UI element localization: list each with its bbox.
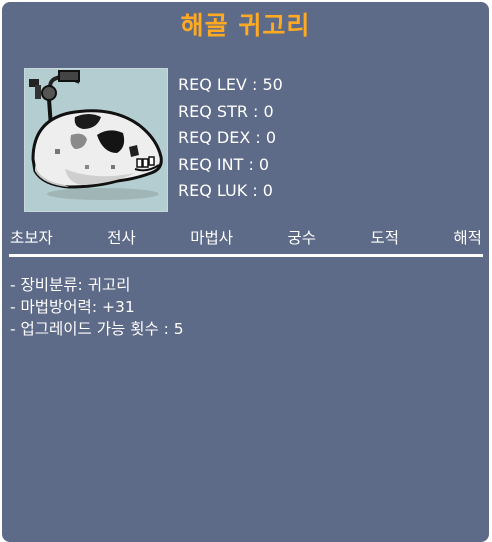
item-description: - 장비분류: 귀고리 - 마법방어력: +31 - 업그레이드 가능 횟수 :… bbox=[10, 274, 184, 340]
requirements-list: REQ LEV : 50 REQ STR : 0 REQ DEX : 0 REQ… bbox=[178, 72, 283, 205]
upgrade-slots: - 업그레이드 가능 횟수 : 5 bbox=[10, 320, 184, 338]
job-magician: 마법사 bbox=[190, 229, 233, 247]
job-bowman: 궁수 bbox=[287, 229, 316, 247]
item-name: 해골 귀고리 bbox=[180, 11, 311, 40]
divider bbox=[9, 254, 483, 257]
skull-earring-icon bbox=[29, 70, 163, 200]
req-level: REQ LEV : 50 bbox=[178, 75, 283, 94]
req-str: REQ STR : 0 bbox=[178, 101, 274, 121]
job-beginner: 초보자 bbox=[10, 229, 53, 247]
req-int: REQ INT : 0 bbox=[178, 154, 270, 174]
magic-defense: - 마법방어력: +31 bbox=[10, 298, 135, 316]
job-thief: 도적 bbox=[370, 229, 399, 247]
item-tooltip: 해골 귀고리 REQ LEV: 50 REQ STR: 0 REQ DEX … bbox=[2, 2, 489, 542]
equip-category: - 장비분류: 귀고리 bbox=[10, 276, 131, 294]
req-luk: REQ LUK : 0 bbox=[178, 181, 273, 200]
item-image-frame bbox=[24, 68, 168, 212]
job-pirate: 해적 bbox=[453, 229, 482, 247]
job-list: 초보자 전사 마법사 궁수 도적 해적 bbox=[10, 226, 482, 248]
req-dex: REQ DEX : 0 bbox=[178, 128, 277, 147]
job-warrior: 전사 bbox=[107, 229, 136, 247]
